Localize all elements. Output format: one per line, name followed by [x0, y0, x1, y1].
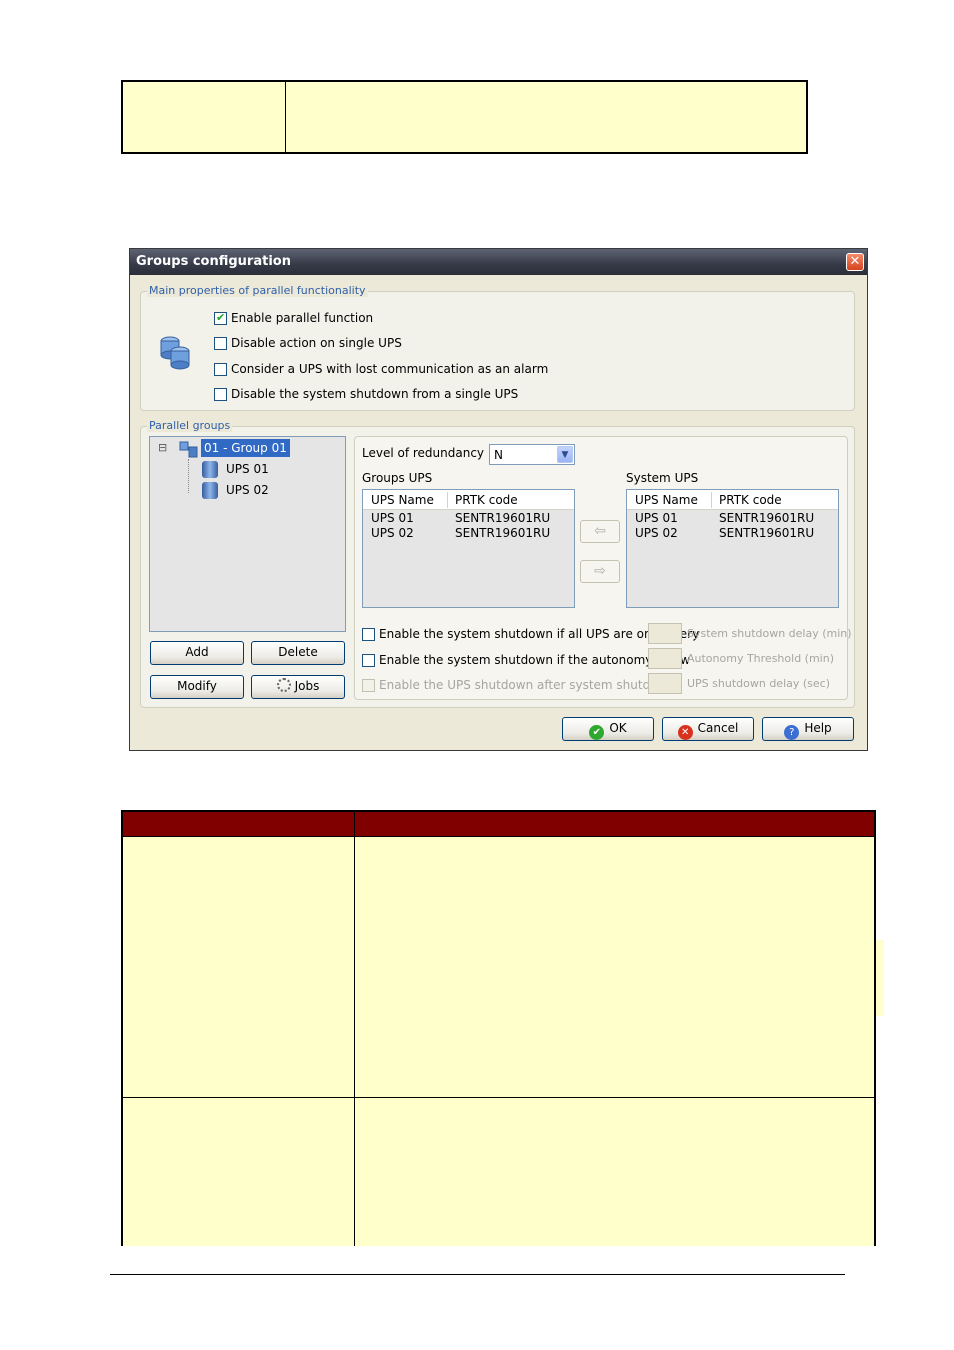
autonomy-threshold-label: Autonomy Threshold (min): [687, 652, 834, 665]
enable-parallel-label: Enable parallel function: [231, 311, 374, 325]
arrow-left-icon: ⇦: [594, 523, 606, 539]
tree-group-label: 01 - Group 01: [204, 441, 287, 455]
enable-parallel-checkbox[interactable]: [214, 311, 227, 325]
table-row[interactable]: SENTR19601RU: [455, 526, 550, 540]
bottom-table-header: [123, 812, 874, 836]
shutdown-autonomy-low-label: Enable the system shutdown if the autono…: [379, 653, 691, 667]
footer-rule: [110, 1274, 845, 1275]
disable-system-shutdown-checkbox[interactable]: [214, 388, 227, 401]
tree-group-item[interactable]: 01 - Group 01: [201, 439, 290, 457]
help-label: Help: [804, 721, 832, 735]
column-divider: [447, 492, 448, 508]
ups-shutdown-delay-input[interactable]: [648, 673, 682, 694]
column-header[interactable]: PRTK code: [455, 493, 518, 507]
move-right-button[interactable]: ⇨: [580, 560, 620, 583]
dialog-titlebar: Groups configuration: [130, 249, 867, 275]
database-icon: [158, 335, 192, 371]
table-row[interactable]: UPS 01: [635, 511, 678, 525]
move-left-button[interactable]: ⇦: [580, 520, 620, 543]
ups-shutdown-after-label: Enable the UPS shutdown after system shu…: [379, 678, 675, 692]
table-row[interactable]: SENTR19601RU: [719, 526, 814, 540]
system-ups-label: System UPS: [626, 471, 699, 485]
groups-configuration-dialog: Groups configuration ✕ Main properties o…: [129, 248, 868, 751]
delete-button[interactable]: Delete: [251, 641, 345, 665]
help-icon: ?: [784, 725, 800, 740]
groups-ups-label: Groups UPS: [362, 471, 433, 485]
system-ups-list[interactable]: UPS Name PRTK code UPS 01 SENTR19601RU U…: [626, 489, 839, 608]
system-shutdown-delay-label: System shutdown delay (min): [687, 627, 852, 640]
system-ups-header: UPS Name PRTK code: [627, 490, 838, 510]
parallel-groups-label: Parallel groups: [147, 419, 233, 432]
redundancy-value: N: [494, 448, 503, 462]
arrow-right-icon: ⇨: [594, 563, 606, 579]
cancel-button[interactable]: ✕ Cancel: [662, 717, 754, 741]
column-header[interactable]: UPS Name: [371, 493, 434, 507]
jobs-label: Jobs: [294, 679, 320, 693]
bottom-table-divider: [354, 812, 355, 1246]
jobs-button[interactable]: Jobs: [251, 675, 345, 699]
tree-expander-icon[interactable]: ⊟: [158, 441, 167, 454]
groups-ups-header: UPS Name PRTK code: [363, 490, 574, 510]
redundancy-label: Level of redundancy: [362, 446, 485, 460]
redundancy-select[interactable]: N ▼: [489, 444, 575, 465]
close-icon: ✕: [849, 254, 861, 269]
tree-ups-01[interactable]: UPS 01: [226, 462, 269, 476]
top-table: [121, 80, 808, 154]
autonomy-threshold-input[interactable]: [648, 648, 682, 669]
modify-button[interactable]: Modify: [150, 675, 244, 699]
group-icon: [179, 441, 199, 459]
ok-label: OK: [609, 721, 627, 735]
column-divider: [711, 492, 712, 508]
table-row[interactable]: UPS 02: [635, 526, 678, 540]
tree-connector: [188, 459, 189, 493]
groups-tree[interactable]: ⊟ 01 - Group 01 UPS 01 UPS 02: [149, 436, 346, 632]
ups-icon: [202, 461, 218, 478]
shutdown-autonomy-low-checkbox[interactable]: [362, 654, 375, 667]
main-properties-label: Main properties of parallel functionalit…: [147, 284, 368, 297]
cancel-label: Cancel: [697, 721, 739, 735]
ups-shutdown-after-checkbox[interactable]: [362, 679, 375, 692]
groups-ups-list[interactable]: UPS Name PRTK code UPS 01 SENTR19601RU U…: [362, 489, 575, 608]
table-row[interactable]: UPS 01: [371, 511, 414, 525]
dialog-title: Groups configuration: [136, 254, 291, 269]
gear-icon: [276, 678, 291, 692]
ok-button[interactable]: ✔ OK: [562, 717, 654, 741]
bottom-table-row-divider: [123, 836, 874, 837]
side-highlight: [876, 940, 884, 1016]
lost-communication-alarm-checkbox[interactable]: [214, 363, 227, 376]
lost-communication-alarm-label: Consider a UPS with lost communication a…: [231, 362, 549, 376]
bottom-table-row-divider: [123, 1097, 874, 1098]
ups-icon: [202, 482, 218, 499]
help-button[interactable]: ? Help: [762, 717, 854, 741]
chevron-down-icon[interactable]: ▼: [557, 446, 573, 463]
add-button[interactable]: Add: [150, 641, 244, 665]
bottom-table: [121, 810, 876, 1246]
table-row[interactable]: SENTR19601RU: [455, 511, 550, 525]
ups-shutdown-delay-label: UPS shutdown delay (sec): [687, 677, 831, 690]
disable-single-ups-label: Disable action on single UPS: [231, 336, 402, 350]
disable-single-ups-checkbox[interactable]: [214, 337, 227, 350]
table-row[interactable]: SENTR19601RU: [719, 511, 814, 525]
check-icon: ✔: [589, 725, 605, 740]
top-table-divider: [285, 82, 286, 152]
column-header[interactable]: UPS Name: [635, 493, 698, 507]
cancel-icon: ✕: [677, 725, 693, 740]
close-button[interactable]: ✕: [846, 253, 864, 271]
table-row[interactable]: UPS 02: [371, 526, 414, 540]
system-shutdown-delay-input[interactable]: [648, 623, 682, 644]
column-header[interactable]: PRTK code: [719, 493, 782, 507]
disable-system-shutdown-label: Disable the system shutdown from a singl…: [231, 387, 519, 401]
shutdown-all-battery-checkbox[interactable]: [362, 628, 375, 641]
tree-ups-02[interactable]: UPS 02: [226, 483, 269, 497]
